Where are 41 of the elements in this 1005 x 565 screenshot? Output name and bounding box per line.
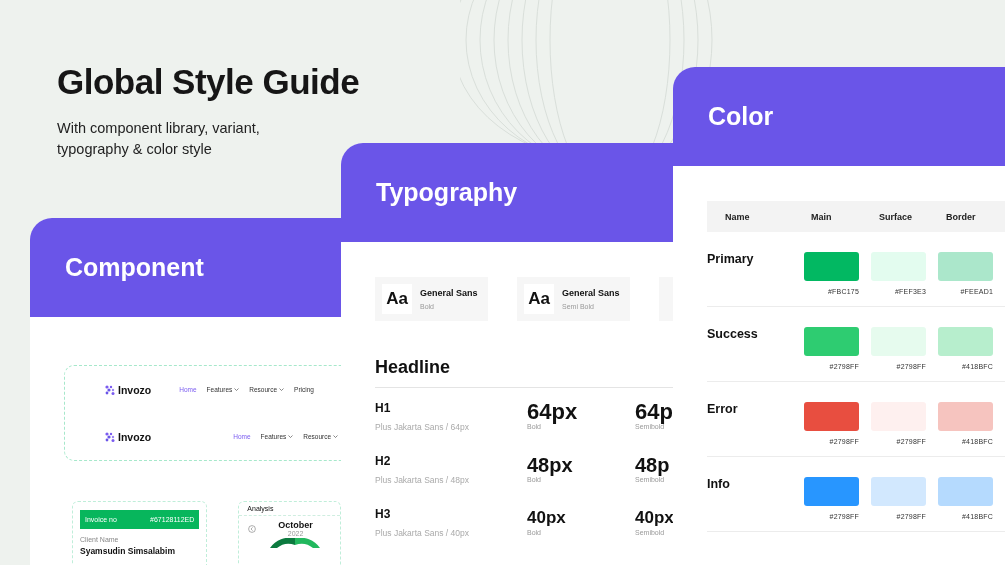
font-spec: Plus Jakarta Sans / 40px bbox=[375, 528, 471, 538]
card-title: Color bbox=[708, 102, 774, 131]
client-name: Syamsudin Simsalabim bbox=[80, 546, 176, 556]
heading-tag: H2 bbox=[375, 454, 527, 468]
color-name: Primary bbox=[707, 252, 755, 268]
chevron-down-icon bbox=[234, 388, 240, 391]
chevron-down-icon bbox=[279, 388, 285, 391]
column-header: Name bbox=[724, 211, 751, 222]
color-name: Error bbox=[707, 402, 739, 418]
column-header: Surface bbox=[879, 211, 914, 222]
page-title: Global Style Guide bbox=[57, 62, 360, 102]
column-header: Border bbox=[946, 211, 976, 222]
page-subtitle: With component library, variant, typography & color style bbox=[57, 119, 261, 159]
column-header: Main bbox=[811, 211, 833, 222]
font-spec: Plus Jakarta Sans / 48px bbox=[375, 475, 471, 485]
card-title: Component bbox=[65, 253, 204, 282]
chevron-down-icon bbox=[288, 435, 294, 438]
logo-icon bbox=[105, 431, 116, 442]
size-sample: 40px bbox=[527, 507, 567, 529]
logo-icon bbox=[105, 384, 116, 395]
chevron-down-icon bbox=[333, 435, 339, 438]
font-sample: Aa bbox=[524, 284, 554, 314]
size-sample: 48p bbox=[635, 454, 671, 476]
color-name: Success bbox=[707, 327, 759, 343]
color-name: Info bbox=[707, 477, 731, 493]
size-sample: 64px bbox=[527, 401, 579, 423]
heading-tag: H1 bbox=[375, 401, 527, 415]
size-sample: 48px bbox=[527, 454, 574, 476]
card-title: Typography bbox=[376, 178, 518, 207]
month-label: October bbox=[278, 520, 313, 530]
font-name: General Sans bbox=[420, 288, 478, 298]
logo-text: Invozo bbox=[118, 430, 152, 443]
back-arrow-icon[interactable] bbox=[248, 525, 257, 533]
section-heading: Headline bbox=[375, 357, 452, 378]
size-sample: 40px bbox=[635, 507, 673, 529]
heading-tag: H3 bbox=[375, 507, 527, 521]
logo-text: Invozo bbox=[118, 383, 152, 396]
size-sample: 64p bbox=[635, 401, 673, 423]
font-sample: Aa bbox=[382, 284, 412, 314]
font-name: General Sans bbox=[562, 288, 620, 298]
font-spec: Plus Jakarta Sans / 64px bbox=[375, 422, 471, 432]
